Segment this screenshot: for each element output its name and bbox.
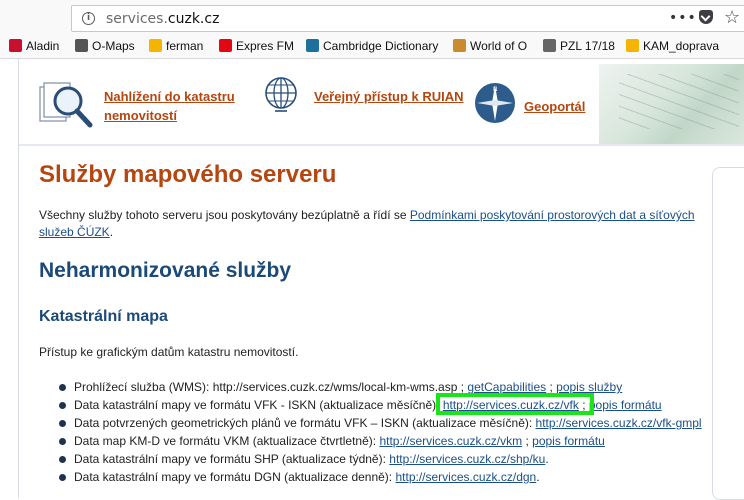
service-url-link[interactable]: http://services.cuzk.cz/shp/ku	[389, 452, 545, 466]
service-item: Data potvrzených geometrických plánů ve …	[59, 414, 702, 432]
intro-text: Všechny služby tohoto serveru jsou posky…	[39, 208, 410, 222]
service-description: Data map KM-D ve formátu VKM (aktualizac…	[74, 434, 380, 448]
service-item: Data katastrální mapy ve formátu DGN (ak…	[59, 468, 702, 486]
service-url-link[interactable]: http://services.cuzk.cz/vfk-gmpl	[536, 416, 702, 430]
geoportal-link[interactable]: Geoportál	[524, 97, 585, 116]
site-header: Nahlížení do katastru nemovitostí Veřejn…	[19, 59, 744, 144]
bookmarks-bar: Aladin O-Maps ferman Expres FM Cambridge Dic…	[0, 36, 744, 59]
subsection-heading: Katastrální mapa	[39, 308, 168, 325]
access-text: Přístup ke grafickým datům katastru nemo…	[39, 345, 299, 359]
bookmark-item[interactable]: O-Maps	[75, 39, 135, 53]
highlight-box	[436, 393, 594, 415]
compass-icon[interactable]: N	[473, 81, 517, 125]
header-separator	[19, 144, 744, 146]
nahlizeni-link-line2[interactable]: nemovitostí	[104, 108, 177, 123]
bookmark-item[interactable]: Expres FM	[219, 39, 294, 53]
bookmark-label: World of O	[470, 39, 528, 53]
bookmark-label: Expres FM	[236, 39, 295, 53]
url-text[interactable]: services.cuzk.cz	[106, 11, 219, 27]
bookmark-label: Aladin	[26, 39, 60, 53]
service-separator: ;	[546, 380, 557, 394]
pocket-icon[interactable]	[699, 10, 713, 24]
service-end: .	[536, 470, 540, 484]
bookmark-item[interactable]: World of O	[453, 39, 527, 53]
web-page: Nahlížení do katastru nemovitostí Veřejn…	[0, 59, 744, 500]
drive-icon	[149, 39, 162, 52]
service-separator: ;	[522, 434, 533, 448]
service-item: Data katastrální mapy ve formátu SHP (ak…	[59, 450, 702, 468]
magnifier-document-icon[interactable]	[38, 79, 94, 129]
aladin-icon	[9, 39, 22, 52]
bookmark-star-icon[interactable]: ☆	[724, 7, 740, 28]
expres-fm-icon	[219, 39, 232, 52]
browser-toolbar: i services.cuzk.cz ••• ☆	[0, 0, 744, 36]
service-secondary-link[interactable]: popis formátu	[532, 434, 605, 448]
ruian-link[interactable]: Veřejný přístup k RUIAN	[314, 87, 464, 106]
service-url-link[interactable]: http://services.cuzk.cz/vkm	[379, 434, 522, 448]
intro-end: .	[109, 225, 114, 239]
url-bar[interactable]: i services.cuzk.cz ••• ☆	[71, 5, 744, 32]
services-list: Prohlížecí služba (WMS): http://services…	[59, 378, 702, 486]
bookmark-item[interactable]: PZL 17/18	[543, 39, 615, 53]
bookmark-label: O-Maps	[92, 39, 135, 53]
svg-text:N: N	[493, 86, 498, 93]
drive-icon	[626, 39, 639, 52]
world-of-o-icon	[453, 39, 466, 52]
service-secondary-link[interactable]: popis formátu	[589, 398, 662, 412]
nahlizeni-link[interactable]: Nahlížení do katastru nemovitostí	[104, 87, 235, 125]
globe-icon	[543, 39, 556, 52]
bookmark-label: PZL 17/18	[560, 39, 615, 53]
nahlizeni-link-line1[interactable]: Nahlížení do katastru	[104, 89, 235, 104]
wikipedia-icon	[75, 39, 88, 52]
service-description: Data katastrální mapy ve formátu VFK - I…	[74, 398, 443, 412]
bookmark-label: KAM_doprava	[643, 39, 720, 53]
service-url-link[interactable]: http://services.cuzk.cz/dgn	[395, 470, 536, 484]
service-end: .	[545, 452, 549, 466]
cambridge-icon	[306, 39, 319, 52]
globe-icon[interactable]	[263, 76, 299, 114]
bookmark-item[interactable]: KAM_doprava	[626, 39, 719, 53]
service-item: Data map KM-D ve formátu VKM (aktualizac…	[59, 432, 702, 450]
service-description: Prohlížecí služba (WMS): http://services…	[74, 380, 468, 394]
service-secondary-link[interactable]: popis služby	[556, 380, 622, 394]
service-description: Data katastrální mapy ve formátu SHP (ak…	[74, 452, 390, 466]
intro-paragraph: Všechny služby tohoto serveru jsou posky…	[39, 207, 709, 241]
right-sidebar-box	[712, 167, 744, 500]
bookmark-item[interactable]: Cambridge Dictionary	[306, 39, 438, 53]
service-item: Data katastrální mapy ve formátu VFK - I…	[59, 396, 702, 414]
bookmark-item[interactable]: Aladin	[9, 39, 59, 53]
bookmark-label: Cambridge Dictionary	[323, 39, 439, 53]
header-cadastral-map-image	[599, 64, 744, 144]
bookmark-label: ferman	[166, 39, 204, 53]
service-item: Prohlížecí služba (WMS): http://services…	[59, 378, 702, 396]
section-heading: Neharmonizované služby	[39, 259, 292, 282]
page-title: Služby mapového serveru	[39, 161, 337, 188]
service-description: Data potvrzených geometrických plánů ve …	[74, 416, 536, 430]
info-icon[interactable]: i	[82, 12, 95, 25]
page-actions-menu-icon[interactable]: •••	[669, 10, 697, 26]
bookmark-item[interactable]: ferman	[149, 39, 203, 53]
service-description: Data katastrální mapy ve formátu DGN (ak…	[74, 470, 396, 484]
service-url-link[interactable]: getCapabilities	[467, 380, 546, 394]
